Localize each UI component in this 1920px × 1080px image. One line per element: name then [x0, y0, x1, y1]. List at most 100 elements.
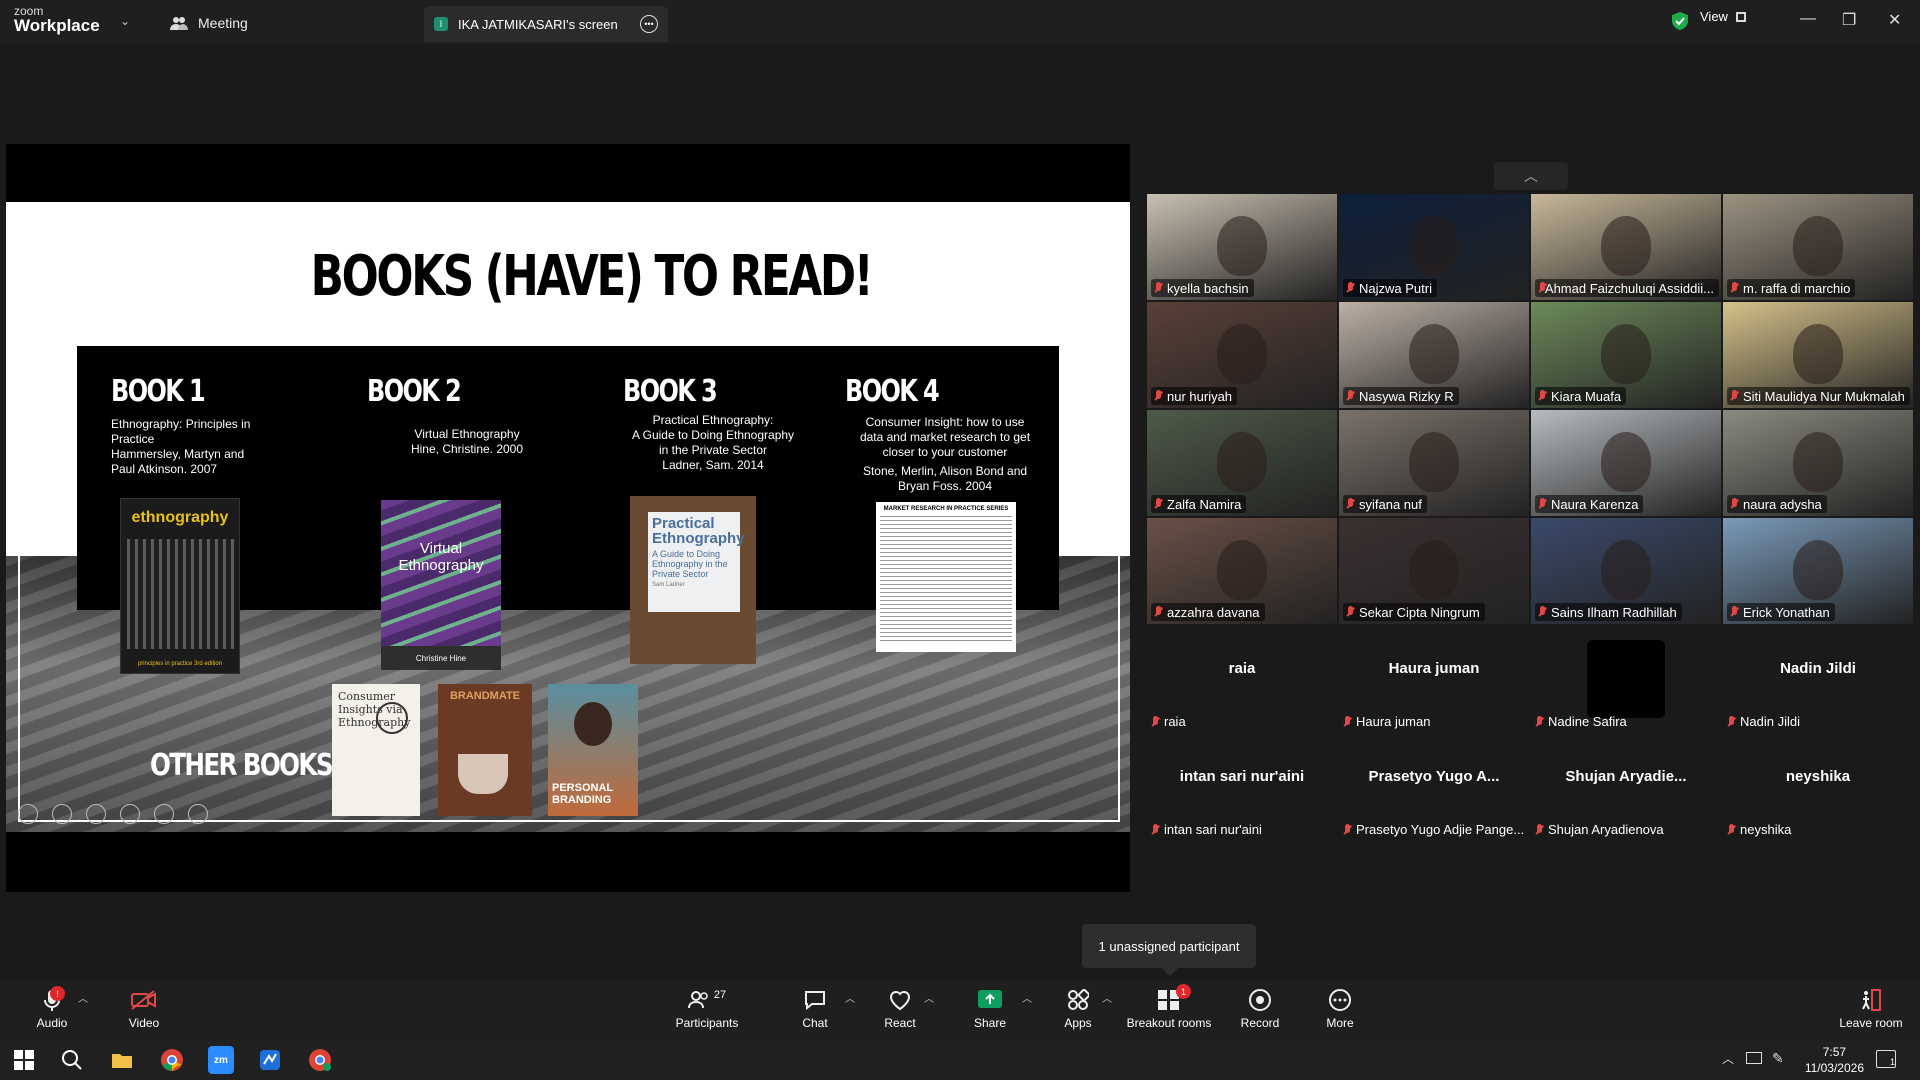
book-text-line: Practice: [111, 432, 155, 446]
video-tile[interactable]: Ahmad Faizchuluqi Assiddii...: [1531, 194, 1721, 300]
leave-icon: [1862, 989, 1881, 1011]
no-video-tile[interactable]: neyshika neyshika: [1723, 734, 1913, 840]
more-options-icon[interactable]: •••: [640, 15, 658, 33]
participant-name: Erick Yonathan: [1743, 604, 1830, 620]
video-tile[interactable]: Nasywa Rizky R: [1339, 302, 1529, 408]
video-tile[interactable]: naura adysha: [1723, 410, 1913, 516]
search-icon[interactable]: [60, 1048, 84, 1072]
video-tile[interactable]: Siti Maulidya Nur Mukmalah: [1723, 302, 1913, 408]
leave-room-button[interactable]: Leave room: [1836, 984, 1906, 1030]
book-2: BOOK 2 Virtual Ethnography Hine, Christi…: [367, 374, 567, 457]
apps-icon: [1068, 989, 1089, 1010]
whiteboard-app-icon[interactable]: [258, 1048, 282, 1072]
apps-button[interactable]: Apps: [1058, 984, 1098, 1030]
video-button[interactable]: Video: [122, 984, 166, 1030]
zoom-icon[interactable]: [154, 804, 174, 824]
heart-icon: [889, 991, 911, 1011]
close-icon[interactable]: ✕: [1888, 10, 1901, 30]
chrome-icon[interactable]: [160, 1048, 184, 1072]
video-tile[interactable]: syifana nuf: [1339, 410, 1529, 516]
video-tile[interactable]: Erick Yonathan: [1723, 518, 1913, 624]
video-tile[interactable]: kyella bachsin: [1147, 194, 1337, 300]
notifications-icon[interactable]: 1: [1876, 1050, 1896, 1068]
file-explorer-icon[interactable]: [110, 1048, 134, 1072]
system-clock[interactable]: 7:57 11/03/2026: [1805, 1044, 1864, 1076]
maximize-icon[interactable]: ❐: [1842, 10, 1856, 30]
next-slide-icon[interactable]: [52, 804, 72, 824]
chrome-profile-icon[interactable]: [308, 1048, 332, 1072]
audio-warning-badge: !: [50, 986, 65, 1001]
share-caret-icon[interactable]: ︿: [1022, 990, 1032, 1005]
video-tile[interactable]: Naura Karenza: [1531, 410, 1721, 516]
tray-chevron-icon[interactable]: ︿: [1722, 1050, 1734, 1067]
breakout-rooms-button[interactable]: 1 Breakout rooms: [1124, 984, 1214, 1030]
video-tile[interactable]: Sains Ilham Radhillah: [1531, 518, 1721, 624]
muted-mic-icon: [1727, 823, 1736, 836]
video-tile[interactable]: Najzwa Putri: [1339, 194, 1529, 300]
pen-icon[interactable]: [86, 804, 106, 824]
shield-check-icon[interactable]: [1670, 11, 1690, 31]
windows-taskbar: zm ︿ ✎ 7:57 11/03/2026 1: [0, 1040, 1920, 1080]
no-video-tile[interactable]: Nadin Jildi Nadin Jildi: [1723, 626, 1913, 732]
book-text-line: Practical Ethnography:: [652, 413, 774, 427]
grid-view-icon[interactable]: [120, 804, 140, 824]
participant-name: Nasywa Rizky R: [1359, 388, 1454, 404]
book-text-line: Hine, Christine. 2000: [410, 442, 524, 456]
no-video-tile[interactable]: raia raia: [1147, 626, 1337, 732]
participant-video: [1601, 216, 1651, 276]
no-video-tile[interactable]: Shujan Aryadie... Shujan Aryadienova: [1531, 734, 1721, 840]
video-tile[interactable]: m. raffa di marchio: [1723, 194, 1913, 300]
network-icon[interactable]: [1746, 1052, 1762, 1064]
no-video-tile[interactable]: Prasetyo Yugo A... Prasetyo Yugo Adjie Pa…: [1339, 734, 1529, 840]
more-icon[interactable]: [188, 804, 208, 824]
participant-name-label: intan sari nur'aini: [1151, 822, 1262, 837]
participants-button[interactable]: 27 Participants: [672, 984, 742, 1030]
shared-screen[interactable]: BOOKS (HAVE) TO READ! BOOK 1 Ethnography…: [6, 144, 1130, 892]
prev-slide-icon[interactable]: [18, 804, 38, 824]
video-label: Video: [128, 1016, 160, 1030]
no-video-tile[interactable]: Nadine Safira: [1531, 626, 1721, 732]
cover-sub: A Guide to Doing Ethnography in the Priv…: [652, 549, 728, 579]
collapse-gallery-button[interactable]: ︿: [1494, 162, 1568, 190]
user-initial-badge: I: [434, 17, 448, 31]
book-text-line: Paul Atkinson. 2007: [111, 462, 218, 476]
view-button[interactable]: View: [1700, 9, 1746, 24]
participant-video: [1409, 540, 1459, 600]
video-off-icon: [131, 990, 156, 1010]
minimize-icon[interactable]: —: [1800, 10, 1816, 28]
chat-button[interactable]: Chat: [795, 984, 835, 1030]
book-text-line: A Guide to Doing Ethnography: [631, 428, 795, 442]
react-label: React: [884, 1016, 916, 1030]
react-caret-icon[interactable]: ︿: [924, 990, 934, 1005]
tab-meeting[interactable]: Meeting: [170, 10, 248, 36]
record-button[interactable]: Record: [1238, 984, 1282, 1030]
participants-caret-icon[interactable]: ︿: [845, 990, 855, 1005]
audio-caret-icon[interactable]: ︿: [78, 990, 88, 1005]
video-tile[interactable]: Sekar Cipta Ningrum: [1339, 518, 1529, 624]
apps-caret-icon[interactable]: ︿: [1102, 990, 1112, 1005]
slide-controls[interactable]: [18, 804, 208, 824]
video-tile[interactable]: Kiara Muafa: [1531, 302, 1721, 408]
windows-start-icon[interactable]: [12, 1048, 36, 1072]
leave-label: Leave room: [1839, 1016, 1903, 1030]
audio-button[interactable]: ! Audio: [30, 984, 74, 1030]
tab-shared-screen[interactable]: I IKA JATMIKASARI's screen •••: [424, 6, 668, 42]
video-tile[interactable]: nur huriyah: [1147, 302, 1337, 408]
video-tile[interactable]: Zalfa Namira: [1147, 410, 1337, 516]
share-label: Share: [973, 1016, 1007, 1030]
no-video-tile[interactable]: Haura juman Haura juman: [1339, 626, 1529, 732]
share-button[interactable]: Share: [970, 984, 1010, 1030]
clock-time: 7:57: [1822, 1045, 1847, 1059]
video-tile[interactable]: azzahra davana: [1147, 518, 1337, 624]
react-button[interactable]: React: [880, 984, 920, 1030]
more-button[interactable]: More: [1320, 984, 1360, 1030]
pen-tray-icon[interactable]: ✎: [1772, 1050, 1784, 1067]
participant-name-label: nur huriyah: [1151, 387, 1238, 405]
no-video-tile[interactable]: intan sari nur'aini intan sari nur'aini: [1147, 734, 1337, 840]
book-2-cover: Virtual Ethnography Christine Hine: [381, 500, 501, 670]
chevron-down-icon[interactable]: ⌄: [120, 14, 130, 28]
zoom-app-icon[interactable]: zm: [208, 1046, 234, 1074]
book-1-cover: ethnography principles in practice 3rd e…: [120, 498, 240, 674]
participant-name-label: naura adysha: [1727, 495, 1827, 513]
participant-name: Nadin Jildi: [1740, 714, 1800, 729]
